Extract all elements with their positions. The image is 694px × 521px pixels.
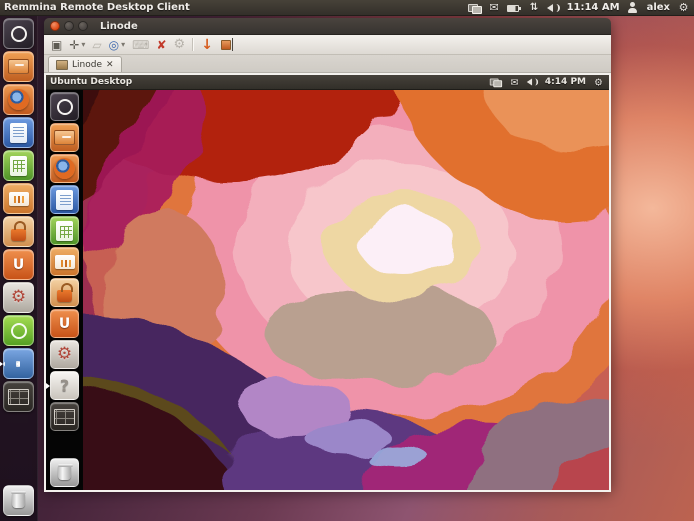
- volume-icon[interactable]: [547, 1, 560, 15]
- remote-launcher-item-libreoffice-calc[interactable]: [50, 216, 79, 245]
- launcher-item-dash-home[interactable]: [3, 18, 34, 49]
- remote-launcher-item-ubuntu-software-center[interactable]: [50, 278, 79, 307]
- remote-launcher-item-trash[interactable]: [50, 458, 79, 487]
- launcher-item-trash[interactable]: [3, 485, 34, 516]
- volume-icon[interactable]: [527, 76, 538, 88]
- host-username[interactable]: alex: [647, 2, 670, 13]
- remote-launcher-item-home-folder[interactable]: [50, 123, 79, 152]
- session-gear-icon[interactable]: [677, 1, 690, 15]
- tab-label: Linode: [72, 60, 102, 70]
- remmina-toolbar: ▾▾: [44, 35, 611, 55]
- scaled-mode-button: [92, 39, 101, 51]
- launcher-item-ubuntu-one[interactable]: U: [3, 249, 34, 280]
- gears-button: [174, 38, 186, 51]
- system-settings-glyph: ⚙: [57, 346, 72, 363]
- launcher-item-libreoffice-calc[interactable]: [3, 150, 34, 181]
- system-settings-glyph: ⚙: [11, 289, 26, 306]
- launcher-item-ubuntu-software-center[interactable]: [3, 216, 34, 247]
- remote-menu-title: Ubuntu Desktop: [50, 77, 132, 87]
- preferences-tools-button[interactable]: [156, 39, 166, 51]
- mail-icon[interactable]: [509, 76, 520, 88]
- launcher-item-system-settings[interactable]: ⚙: [3, 282, 34, 313]
- remote-launcher-item-help[interactable]: ?: [50, 371, 79, 400]
- remote-launcher-item-libreoffice-impress[interactable]: [50, 247, 79, 276]
- host-launcher: U⚙: [0, 16, 38, 521]
- host-app-title: Remmina Remote Desktop Client: [0, 2, 190, 13]
- battery-icon[interactable]: [507, 1, 522, 15]
- disconnect-plug-icon: [220, 38, 234, 51]
- gears-icon: [174, 38, 186, 51]
- dual-screen-icon[interactable]: [489, 76, 502, 88]
- remote-launcher-item-workspace-switcher[interactable]: [50, 402, 79, 431]
- remmina-window: Linode ▾▾ Linode ✕ Ubuntu Desktop 4:14 P…: [44, 18, 611, 489]
- dropdown-caret-icon[interactable]: ▾: [121, 41, 125, 49]
- toolbar-separator: [192, 38, 194, 51]
- remote-launcher-item-system-settings[interactable]: ⚙: [50, 340, 79, 369]
- remmina-tabbar: Linode ✕: [44, 55, 611, 73]
- window-title: Linode: [100, 21, 138, 32]
- user-icon: [627, 1, 640, 15]
- close-button[interactable]: [50, 21, 60, 31]
- magnifier-button[interactable]: ▾: [109, 39, 126, 51]
- fullscreen-button[interactable]: [51, 39, 62, 51]
- keyboard-grab-icon: [132, 39, 149, 51]
- launcher-item-libreoffice-impress[interactable]: [3, 183, 34, 214]
- preferences-tools-icon: [156, 39, 166, 51]
- ubuntu-one-glyph: U: [59, 317, 70, 331]
- remote-launcher-item-libreoffice-writer[interactable]: [50, 185, 79, 214]
- remote-desktop[interactable]: U ⚙?: [46, 90, 609, 491]
- launcher-item-libreoffice-writer[interactable]: [3, 117, 34, 148]
- down-arrow-icon: [201, 38, 213, 52]
- host-top-panel: Remmina Remote Desktop Client 11:14 AM a…: [0, 0, 694, 16]
- launcher-item-remmina[interactable]: [3, 348, 34, 379]
- desktop: Remmina Remote Desktop Client 11:14 AM a…: [0, 0, 694, 521]
- keyboard-grab-button: [132, 39, 149, 51]
- remote-viewport[interactable]: Ubuntu Desktop 4:14 PM: [44, 73, 611, 492]
- fullscreen-icon: [51, 39, 62, 51]
- remote-launcher-item-firefox[interactable]: [50, 154, 79, 183]
- screen-icon: [56, 60, 68, 70]
- magnifier-icon: [109, 39, 119, 51]
- mail-icon[interactable]: [488, 1, 501, 15]
- scaled-mode-icon: [92, 39, 101, 51]
- host-clock[interactable]: 11:14 AM: [567, 2, 620, 13]
- remote-launcher-item-dash-home[interactable]: [50, 92, 79, 121]
- minimize-button[interactable]: [64, 21, 74, 31]
- down-arrow-button[interactable]: [201, 38, 213, 52]
- help-glyph: ?: [60, 378, 69, 394]
- remote-session-gear-icon[interactable]: [593, 76, 604, 88]
- remote-clock[interactable]: 4:14 PM: [545, 77, 586, 87]
- launcher-item-workspace-switcher[interactable]: [3, 381, 34, 412]
- dual-screen-icon[interactable]: [467, 1, 482, 15]
- fit-window-button[interactable]: ▾: [69, 39, 85, 51]
- remote-launcher: U ⚙?: [46, 90, 83, 491]
- tab-linode[interactable]: Linode ✕: [48, 56, 122, 72]
- launcher-item-firefox[interactable]: [3, 84, 34, 115]
- maximize-button[interactable]: [78, 21, 88, 31]
- dropdown-caret-icon[interactable]: ▾: [81, 41, 85, 49]
- remote-launcher-item-ubuntu-one[interactable]: U: [50, 309, 79, 338]
- launcher-item-home-folder[interactable]: [3, 51, 34, 82]
- remote-wallpaper: [46, 90, 609, 491]
- sync-arrows-icon[interactable]: [528, 1, 541, 15]
- remmina-titlebar[interactable]: Linode: [44, 18, 611, 35]
- ubuntu-one-glyph: U: [13, 258, 24, 272]
- remote-top-panel: Ubuntu Desktop 4:14 PM: [46, 75, 609, 90]
- launcher-item-ubuntu-software[interactable]: [3, 315, 34, 346]
- tab-close-icon[interactable]: ✕: [106, 60, 114, 70]
- disconnect-plug-button[interactable]: [220, 38, 234, 51]
- fit-window-icon: [69, 39, 79, 51]
